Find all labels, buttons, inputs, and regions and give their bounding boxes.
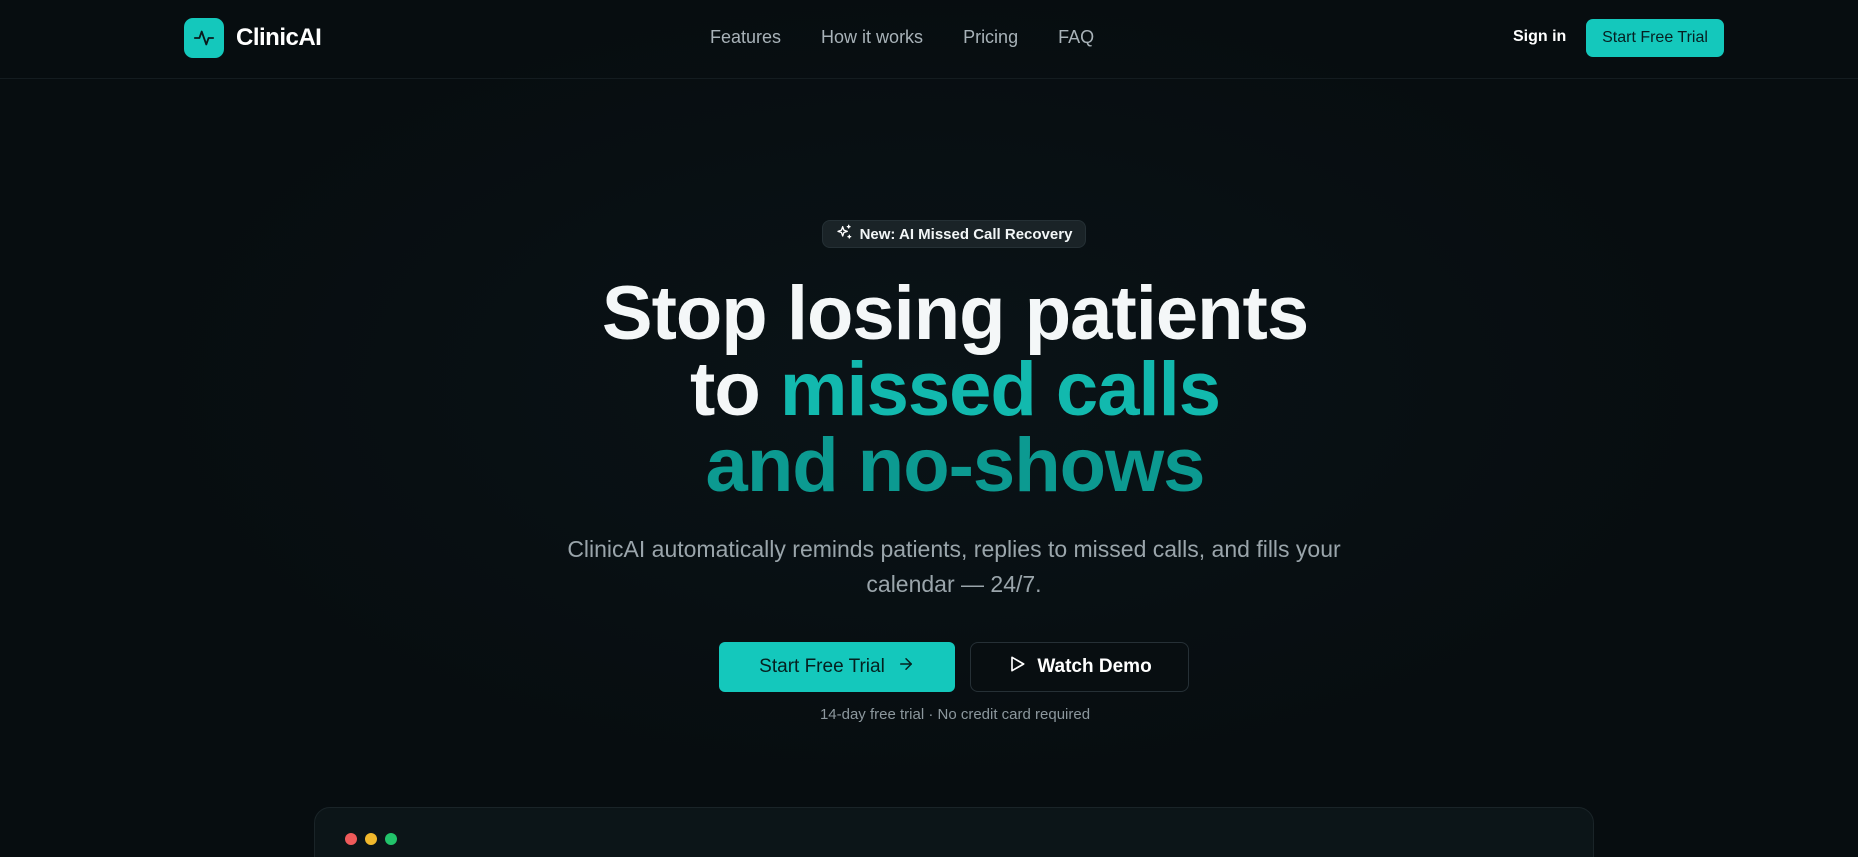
watch-demo-button[interactable]: Watch Demo: [970, 642, 1189, 692]
play-icon: [1007, 654, 1027, 680]
headline-line-1: Stop losing patients: [601, 271, 1309, 356]
sparkles-icon: [836, 224, 852, 244]
start-free-trial-label: Start Free Trial: [759, 656, 885, 677]
top-nav: ClinicAI Features How it works Pricing F…: [0, 0, 1858, 79]
trial-note: 14-day free trial · No credit card requi…: [819, 706, 1091, 723]
window-maximize-dot: [385, 833, 397, 845]
nav-links: Features How it works Pricing FAQ: [710, 27, 1094, 48]
nav-link-pricing[interactable]: Pricing: [963, 27, 1018, 48]
watch-demo-label: Watch Demo: [1037, 656, 1152, 677]
sign-in-link[interactable]: Sign in: [1513, 28, 1566, 46]
headline-line-2-teal: missed calls: [779, 347, 1221, 432]
brand-logo[interactable]: ClinicAI: [184, 18, 322, 58]
badge-text: New: AI Missed Call Recovery: [859, 225, 1073, 243]
window-minimize-dot: [365, 833, 377, 845]
headline-line-2: to missed calls: [0, 352, 1858, 428]
nav-start-trial-button[interactable]: Start Free Trial: [1586, 19, 1724, 57]
window-controls: [345, 833, 397, 845]
announcement-badge[interactable]: New: AI Missed Call Recovery: [822, 220, 1086, 248]
app-preview-window: [314, 807, 1594, 857]
headline-line-2-white: to: [690, 347, 780, 432]
hero-subtext: ClinicAI automatically reminds patients,…: [567, 536, 1341, 597]
landing-page: ClinicAI Features How it works Pricing F…: [0, 0, 1858, 857]
headline-line-3: and no-shows: [705, 423, 1206, 508]
nav-link-features[interactable]: Features: [710, 27, 781, 48]
pulse-icon: [184, 18, 224, 58]
nav-link-faq[interactable]: FAQ: [1058, 27, 1094, 48]
start-free-trial-button[interactable]: Start Free Trial: [719, 642, 955, 692]
nav-link-how-it-works[interactable]: How it works: [821, 27, 923, 48]
brand-name: ClinicAI: [236, 24, 322, 51]
window-close-dot: [345, 833, 357, 845]
arrow-right-icon: [897, 655, 915, 679]
hero-headline: Stop losing patients to missed calls and…: [0, 276, 1858, 504]
